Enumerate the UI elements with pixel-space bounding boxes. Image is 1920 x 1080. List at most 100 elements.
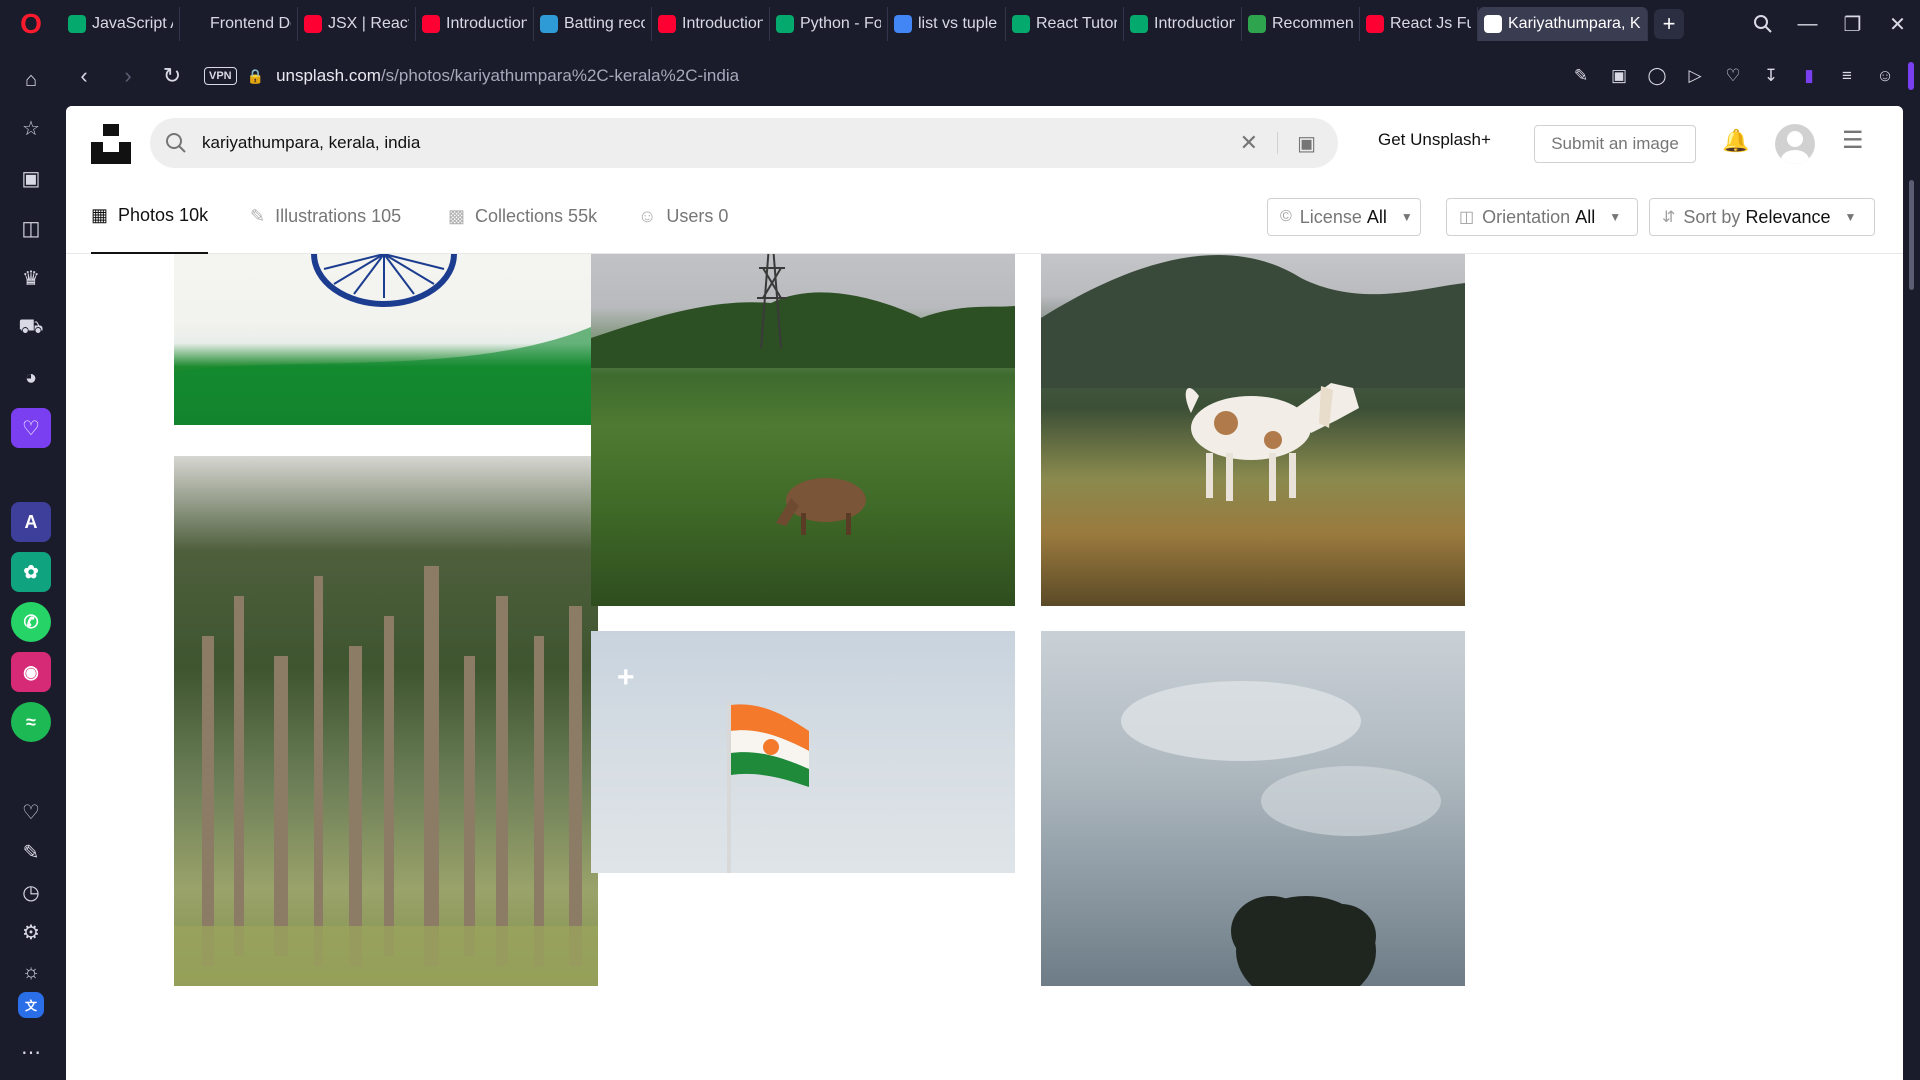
aria-app-icon[interactable]: A (11, 502, 51, 542)
get-unsplash-plus-link[interactable]: Get Unsplash+ (1378, 130, 1491, 150)
tab-photos[interactable]: ▦ Photos 10k (91, 178, 209, 254)
photo-cow-grazing[interactable] (591, 208, 1015, 606)
briefcase-icon[interactable]: ▣ (11, 158, 51, 198)
search-icon[interactable] (150, 132, 202, 154)
search-tabs-icon[interactable] (1740, 0, 1785, 48)
browser-tab[interactable]: React Js Full (1360, 7, 1478, 41)
orientation-filter[interactable]: ◫ Orientation All ▼ (1446, 198, 1638, 236)
gift-icon[interactable]: ◫ (11, 208, 51, 248)
lightbulb-icon[interactable]: ☼ (11, 952, 51, 992)
vpn-badge[interactable]: VPN (204, 67, 237, 85)
close-window-icon[interactable]: ✕ (1875, 0, 1920, 48)
unsplash-page: + ✕ ▣ Get Uns (66, 106, 1903, 1080)
heart-extension-icon[interactable]: ♡ (11, 408, 51, 448)
scrollbar-thumb[interactable] (1909, 180, 1914, 290)
chevron-down-icon: ▼ (1609, 210, 1622, 224)
browser-tab[interactable]: JavaScript A (62, 7, 180, 41)
home-icon[interactable]: ⌂ (11, 60, 51, 100)
lock-icon[interactable]: 🔒 (247, 68, 264, 85)
reload-icon[interactable]: ↻ (150, 54, 194, 98)
url-host: unsplash.com (276, 66, 381, 85)
tab-label: Photos 10k (118, 204, 209, 225)
submit-image-button[interactable]: Submit an image (1534, 125, 1696, 163)
url-path: /s/photos/kariyathumpara%2C-kerala%2C-in… (380, 66, 740, 85)
browser-tab[interactable]: React Tutori (1006, 7, 1124, 41)
photo-goat-in-field[interactable] (1041, 208, 1465, 606)
opera-logo-icon[interactable]: O (0, 0, 62, 48)
photo-tree-grove[interactable] (174, 456, 598, 986)
browser-tab[interactable]: list vs tuple (888, 7, 1006, 41)
url-field[interactable]: unsplash.com/s/photos/kariyathumpara%2C-… (276, 66, 739, 86)
browser-tab[interactable]: Kariyathumpara, Kera (1478, 7, 1648, 41)
easy-setup-icon[interactable]: ≡ (1828, 57, 1866, 95)
profile-icon[interactable]: ☺ (1866, 57, 1904, 95)
history-icon[interactable]: ◷ (11, 872, 51, 912)
car-icon[interactable]: ⛟ (11, 308, 51, 348)
favorites-heart-icon[interactable]: ♡ (11, 792, 51, 832)
spotify-icon[interactable]: ≈ (11, 702, 51, 742)
search-input[interactable] (202, 133, 1202, 153)
browser-tab[interactable]: Introduction (1124, 7, 1242, 41)
google-icon (894, 15, 912, 33)
search-filter-bar: ▦ Photos 10k ✎ Illustrations 105 ▩ Colle… (66, 178, 1903, 254)
tab-title: React Tutori (1036, 15, 1117, 32)
back-icon[interactable]: ‹ (62, 54, 106, 98)
maximize-icon[interactable]: ❐ (1830, 0, 1875, 48)
tab-title: JavaScript A (92, 15, 173, 32)
edit-icon[interactable]: ✎ (11, 832, 51, 872)
settings-gear-icon[interactable]: ⚙ (11, 912, 51, 952)
browser-tab[interactable]: Recommenc (1242, 7, 1360, 41)
avatar[interactable] (1775, 124, 1815, 164)
unsplash-logo-icon[interactable] (91, 124, 131, 164)
battery-icon[interactable]: ▮ (1790, 57, 1828, 95)
browser-tab[interactable]: JSX | React J (298, 7, 416, 41)
heart-icon[interactable]: ♡ (1714, 57, 1752, 95)
download-icon[interactable]: ↧ (1752, 57, 1790, 95)
bowl-icon[interactable]: ◕ (11, 358, 51, 398)
copyright-icon: © (1280, 208, 1292, 225)
unsplash-header: ✕ ▣ Get Unsplash+ Submit an image 🔔 ☰ (66, 106, 1903, 178)
globe-icon (540, 15, 558, 33)
browser-tab[interactable]: Batting reco (534, 7, 652, 41)
site-icon (1248, 15, 1266, 33)
browser-tab[interactable]: Python - For (770, 7, 888, 41)
tab-illustrations[interactable]: ✎ Illustrations 105 (250, 178, 401, 254)
page-scrollbar[interactable] (1903, 106, 1920, 1080)
w3schools-icon (776, 15, 794, 33)
sort-filter[interactable]: ⇵ Sort by Relevance ▼ (1649, 198, 1875, 236)
youtube-icon (422, 15, 440, 33)
translate-icon[interactable]: 文 (18, 992, 44, 1018)
share-edit-icon[interactable]: ✎ (1562, 57, 1600, 95)
minimize-icon[interactable]: — (1785, 0, 1830, 48)
license-filter[interactable]: © License All ▼ (1267, 198, 1421, 236)
browser-tab[interactable]: Frontend De (180, 7, 298, 41)
more-dots-icon[interactable]: ⋯ (11, 1032, 51, 1072)
forward-icon[interactable]: › (106, 54, 150, 98)
filter-value: Relevance (1745, 206, 1831, 227)
hamburger-menu-icon[interactable]: ☰ (1842, 126, 1864, 155)
users-icon: ☺ (638, 205, 657, 226)
new-tab-button[interactable]: + (1654, 9, 1684, 39)
tab-collections[interactable]: ▩ Collections 55k (448, 178, 597, 254)
tab-title: Batting reco (564, 15, 645, 32)
browser-tab[interactable]: Introduction (652, 7, 770, 41)
photo-national-flag-pole[interactable]: + (591, 631, 1015, 873)
photo-indian-flag-cloth[interactable] (174, 254, 598, 425)
photo-tree-against-sky[interactable] (1041, 631, 1465, 986)
tab-users[interactable]: ☺ Users 0 (638, 178, 728, 254)
crown-icon[interactable]: ♛ (11, 258, 51, 298)
instagram-icon[interactable]: ◉ (11, 652, 51, 692)
aria-star-icon[interactable]: ☆ (11, 108, 51, 148)
visual-search-icon[interactable]: ▣ (1297, 131, 1316, 156)
clear-search-icon[interactable]: ✕ (1240, 130, 1258, 156)
bell-icon[interactable]: 🔔 (1722, 128, 1749, 154)
tab-title: Introduction (682, 15, 763, 32)
tab-title: Python - For (800, 15, 881, 32)
browser-tab[interactable]: Introduction (416, 7, 534, 41)
camera-icon[interactable]: ▣ (1600, 57, 1638, 95)
play-icon[interactable]: ▷ (1676, 57, 1714, 95)
shield-icon[interactable]: ◯ (1638, 57, 1676, 95)
whatsapp-icon[interactable]: ✆ (11, 602, 51, 642)
chatgpt-icon[interactable]: ✿ (11, 552, 51, 592)
tab-label: Collections 55k (475, 205, 598, 226)
